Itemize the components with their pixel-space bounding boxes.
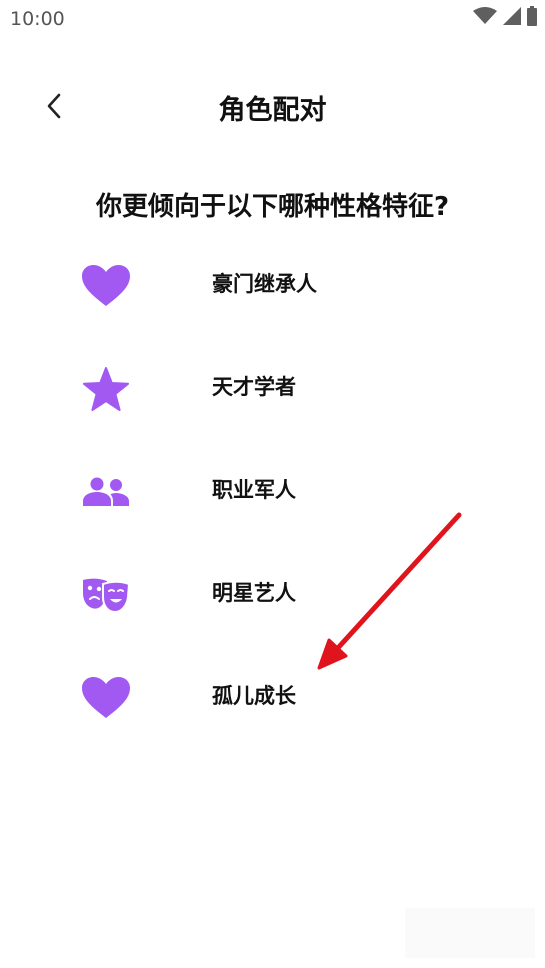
- people-icon: [80, 468, 132, 516]
- heart-icon: [80, 262, 132, 310]
- star-icon: [80, 365, 132, 413]
- option-label: 职业军人: [212, 478, 296, 502]
- battery-icon: [527, 6, 537, 30]
- header: 角色配对: [0, 70, 545, 146]
- signal-icon: [503, 7, 521, 29]
- option-item[interactable]: 职业军人: [0, 440, 545, 543]
- theater-masks-icon: [80, 571, 132, 619]
- option-item[interactable]: 豪门继承人: [0, 234, 545, 337]
- option-item[interactable]: 明星艺人: [0, 543, 545, 646]
- status-time: 10:00: [10, 8, 65, 30]
- question-text: 你更倾向于以下哪种性格特征?: [95, 192, 450, 222]
- option-item[interactable]: 天才学者: [0, 337, 545, 440]
- corner-overlay: [405, 908, 535, 958]
- option-label: 天才学者: [212, 375, 296, 399]
- option-label: 孤儿成长: [212, 684, 296, 708]
- option-label: 豪门继承人: [212, 272, 317, 296]
- option-label: 明星艺人: [212, 581, 296, 605]
- option-item[interactable]: 孤儿成长: [0, 646, 545, 749]
- options-list: 豪门继承人 天才学者 职业军人 明星艺人 孤儿成长: [0, 234, 545, 749]
- status-icons: [473, 6, 537, 30]
- heart-icon: [80, 674, 132, 722]
- wifi-icon: [473, 7, 497, 29]
- page-title: 角色配对: [218, 95, 327, 126]
- status-bar: 10:00: [0, 0, 545, 38]
